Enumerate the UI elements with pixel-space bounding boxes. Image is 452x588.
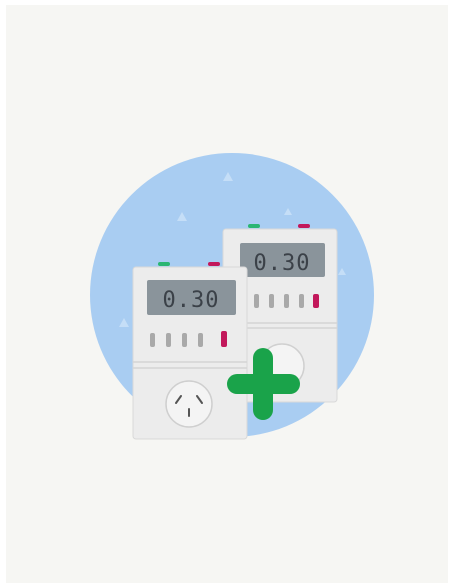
back-timer-display: 0.30: [254, 251, 311, 276]
power-socket-icon: [165, 380, 213, 428]
front-timer-display: 0.30: [163, 288, 220, 313]
page: 0.30 0.30: [0, 0, 452, 588]
plug-timers-illustration: 0.30 0.30: [90, 153, 374, 440]
